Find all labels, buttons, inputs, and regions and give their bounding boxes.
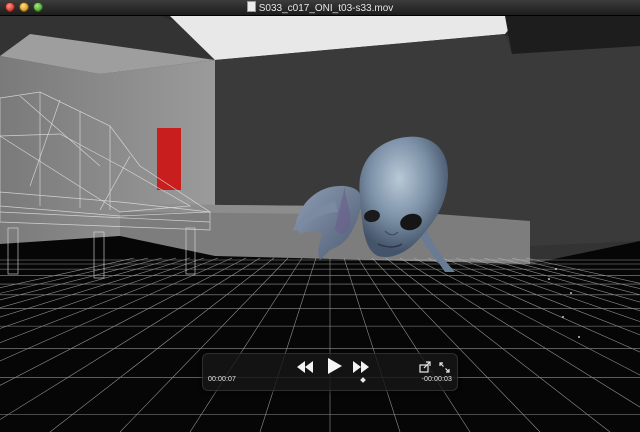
window-title-area: S033_c017_ONI_t03-s33.mov — [0, 1, 640, 15]
remaining-time: -00:00:03 — [421, 376, 452, 383]
elapsed-time: 00:00:07 — [208, 376, 237, 383]
window-title: S033_c017_ONI_t03-s33.mov — [258, 3, 394, 14]
movie-file-icon — [246, 1, 256, 12]
playback-controls: 00:00:07 -00:00:03 — [202, 353, 458, 391]
fast-forward-button[interactable] — [353, 360, 369, 373]
share-icon — [419, 361, 431, 373]
fullscreen-button[interactable] — [439, 360, 450, 373]
window-titlebar: S033_c017_ONI_t03-s33.mov — [0, 0, 640, 16]
play-button[interactable] — [328, 358, 342, 374]
fast-forward-icon — [353, 361, 369, 373]
scrubber-track[interactable] — [247, 380, 413, 382]
share-button[interactable] — [419, 360, 431, 373]
fullscreen-icon — [439, 362, 450, 373]
rewind-icon — [297, 361, 313, 373]
play-icon — [328, 358, 342, 374]
rewind-button[interactable] — [297, 360, 313, 373]
